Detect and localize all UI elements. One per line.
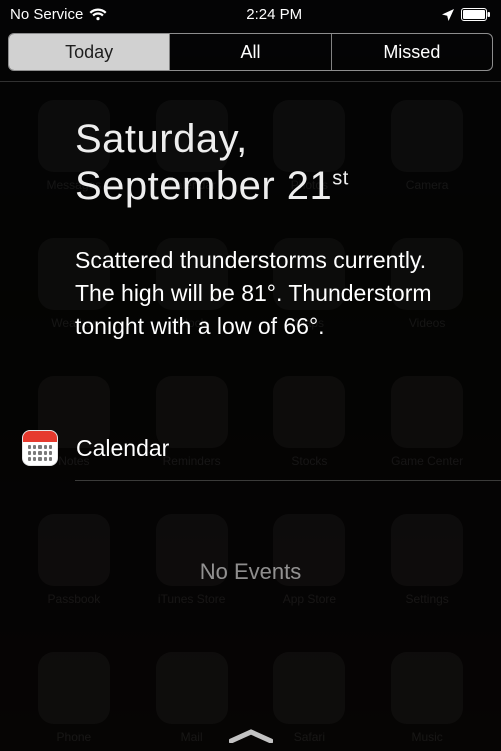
tab-all[interactable]: All [169, 34, 330, 70]
weather-summary: Scattered thunderstorms currently. The h… [75, 244, 471, 342]
date-heading: Saturday, September 21st [75, 116, 471, 210]
status-bar: No Service 2:24 PM [0, 0, 501, 27]
grabber-handle[interactable] [228, 727, 274, 745]
tab-missed[interactable]: Missed [331, 34, 492, 70]
tab-today[interactable]: Today [9, 34, 169, 70]
wifi-icon [89, 8, 107, 21]
date-line2: September 21st [75, 164, 349, 208]
location-icon [441, 8, 455, 22]
notification-tabs: Today All Missed [8, 33, 493, 71]
calendar-section-header[interactable]: Calendar [0, 412, 501, 480]
calendar-title: Calendar [76, 435, 169, 462]
calendar-icon [22, 430, 58, 466]
date-line1: Saturday, [75, 117, 248, 161]
status-time: 2:24 PM [246, 6, 302, 23]
today-summary: Saturday, September 21st Scattered thund… [0, 82, 501, 352]
battery-icon [461, 8, 491, 21]
carrier-label: No Service [10, 6, 83, 23]
no-events-label: No Events [0, 481, 501, 585]
